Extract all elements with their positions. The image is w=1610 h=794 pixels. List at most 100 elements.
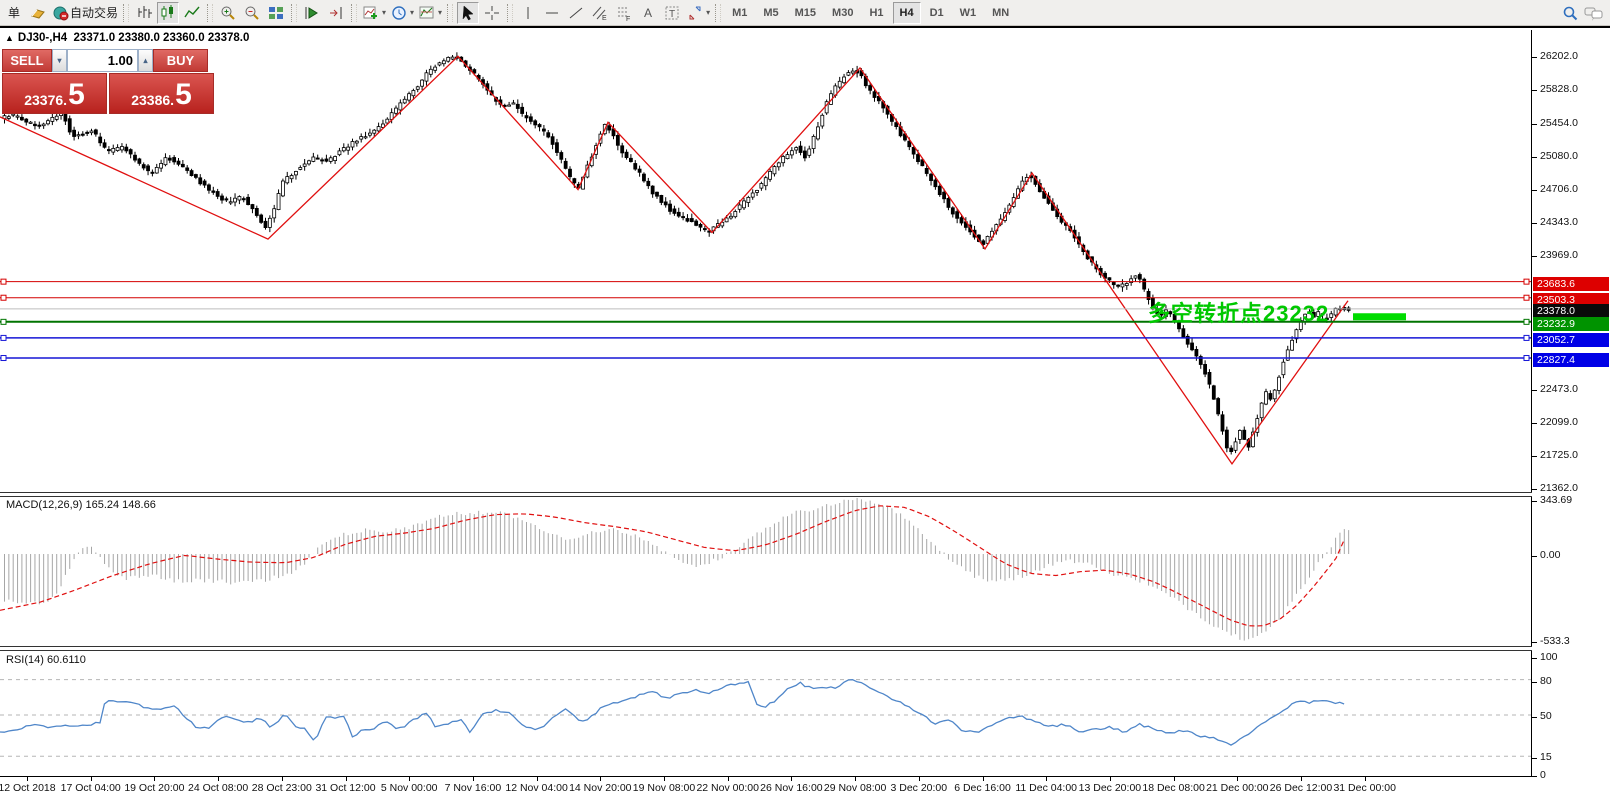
text-icon: A (639, 4, 657, 22)
axis-tick (1532, 456, 1537, 457)
buy-button[interactable]: BUY (153, 49, 208, 72)
periods-button[interactable]: ▾ (389, 2, 415, 24)
line-chart-button[interactable] (181, 2, 203, 24)
text-button[interactable]: A (637, 2, 659, 24)
horizontal-line-button[interactable] (541, 2, 563, 24)
buy-price-button[interactable]: 23386.5 (109, 73, 214, 114)
crosshair-button[interactable] (481, 2, 503, 24)
timeframe-m30-button[interactable]: M30 (825, 2, 860, 24)
line-chart-icon (183, 4, 201, 22)
price-axis-label: 23969.0 (1540, 249, 1578, 261)
axis-tick (1532, 776, 1537, 777)
timeframe-w1-button[interactable]: W1 (953, 2, 984, 24)
equidistant-channel-button[interactable]: E (589, 2, 611, 24)
arrows-button[interactable]: ▾ (685, 2, 711, 24)
time-axis-tick (983, 777, 984, 781)
svg-text:T: T (669, 9, 675, 20)
price-axis[interactable]: 26202.025828.025454.025080.024706.024343… (1532, 30, 1610, 794)
svg-text:A: A (644, 6, 652, 20)
axis-tick (1532, 223, 1537, 224)
axis-tick (1532, 124, 1537, 125)
toolbar-grip[interactable] (207, 4, 213, 22)
timeframe-m15-button[interactable]: M15 (788, 2, 823, 24)
timeframe-toolbar: M1M5M15M30H1H4D1W1MN (724, 2, 1017, 24)
timeframe-mn-button[interactable]: MN (985, 2, 1016, 24)
time-axis-tick (473, 777, 474, 781)
collapse-trade-panel-icon[interactable]: ▲ (5, 33, 14, 43)
toolbar-grip[interactable] (291, 4, 297, 22)
chart-shift-icon (327, 4, 345, 22)
text-label-button[interactable]: T (661, 2, 683, 24)
zoom-out-button[interactable] (241, 2, 263, 24)
macd-axis-label: 0.00 (1540, 549, 1560, 561)
axis-tick (1532, 57, 1537, 58)
chart-symbol-period: DJ30-,H4 (18, 32, 67, 44)
axis-tick (1532, 556, 1537, 557)
autotrade-icon (52, 4, 70, 22)
tile-windows-button[interactable] (265, 2, 287, 24)
vertical-line-button[interactable] (517, 2, 539, 24)
time-axis-tick (600, 777, 601, 781)
new-order-label: 单 (8, 4, 20, 21)
rsi-axis-label: 0 (1540, 769, 1546, 781)
time-axis-tick (346, 777, 347, 781)
volume-input[interactable]: 1.00 (67, 49, 138, 72)
chart-window: ▲DJ30-,H4 23371.0 23380.0 23360.0 23378.… (0, 26, 1610, 794)
chat-button[interactable] (1583, 2, 1605, 24)
cursor-button[interactable] (457, 2, 479, 24)
time-axis-tick (791, 777, 792, 781)
time-axis-tick (282, 777, 283, 781)
autotrade-button[interactable]: 自动交易 (51, 2, 119, 24)
time-axis[interactable]: 12 Oct 201817 Oct 04:0019 Oct 20:0024 Oc… (0, 776, 1532, 794)
fibonacci-button[interactable]: F (613, 2, 635, 24)
timeframe-h4-button[interactable]: H4 (893, 2, 921, 24)
price-axis-label: 26202.0 (1540, 50, 1578, 62)
cursor-arrow-icon (459, 4, 477, 22)
gold-book-icon (29, 4, 47, 22)
search-button[interactable] (1559, 2, 1581, 24)
arrows-icon (686, 4, 704, 22)
toolbar-grip[interactable] (447, 4, 453, 22)
current-price-label: 23378.0 (1533, 304, 1609, 318)
rsi-axis-label: 15 (1540, 751, 1552, 763)
text-label-icon: T (663, 4, 681, 22)
timeframe-m1-button[interactable]: M1 (725, 2, 754, 24)
volume-increase-button[interactable]: ▴ (138, 49, 153, 72)
trendline-button[interactable] (565, 2, 587, 24)
toolbar-grip[interactable] (351, 4, 357, 22)
price-chart-pane[interactable] (0, 30, 1532, 492)
new-order-button[interactable]: 单 (3, 2, 25, 24)
zoom-in-button[interactable] (217, 2, 239, 24)
rsi-pane[interactable] (0, 651, 1532, 776)
time-axis-tick (855, 777, 856, 781)
toolbar-grip[interactable] (715, 4, 721, 22)
axis-tick (1532, 90, 1537, 91)
trendline-icon (567, 4, 585, 22)
templates-button[interactable]: ▾ (417, 2, 443, 24)
horizontal-line-icon (543, 4, 561, 22)
history-center-button[interactable] (27, 2, 49, 24)
axis-tick (1532, 658, 1537, 659)
timeframe-h1-button[interactable]: H1 (862, 2, 890, 24)
price-axis-label: 25454.0 (1540, 117, 1578, 129)
time-axis-tick (1237, 777, 1238, 781)
toolbar-grip[interactable] (123, 4, 129, 22)
mt4-window: 单 自动交易 ▾ ▾ ▾ E F A T ▾ M (0, 0, 1610, 794)
bar-chart-button[interactable] (133, 2, 155, 24)
time-axis-tick (1301, 777, 1302, 781)
sell-button[interactable]: SELL (2, 49, 52, 72)
axis-tick (1532, 501, 1537, 502)
search-icon (1561, 4, 1579, 22)
timeframe-m5-button[interactable]: M5 (756, 2, 785, 24)
auto-scroll-button[interactable] (301, 2, 323, 24)
toolbar-grip[interactable] (507, 4, 513, 22)
timeframe-d1-button[interactable]: D1 (923, 2, 951, 24)
equidistant-channel-icon: E (591, 4, 609, 22)
volume-decrease-button[interactable]: ▾ (52, 49, 67, 72)
chart-shift-button[interactable] (325, 2, 347, 24)
candlestick-chart-button[interactable] (157, 2, 179, 24)
indicators-button[interactable]: ▾ (361, 2, 387, 24)
auto-scroll-icon (303, 4, 321, 22)
macd-pane[interactable] (0, 497, 1532, 646)
sell-price-button[interactable]: 23376.5 (2, 73, 107, 114)
